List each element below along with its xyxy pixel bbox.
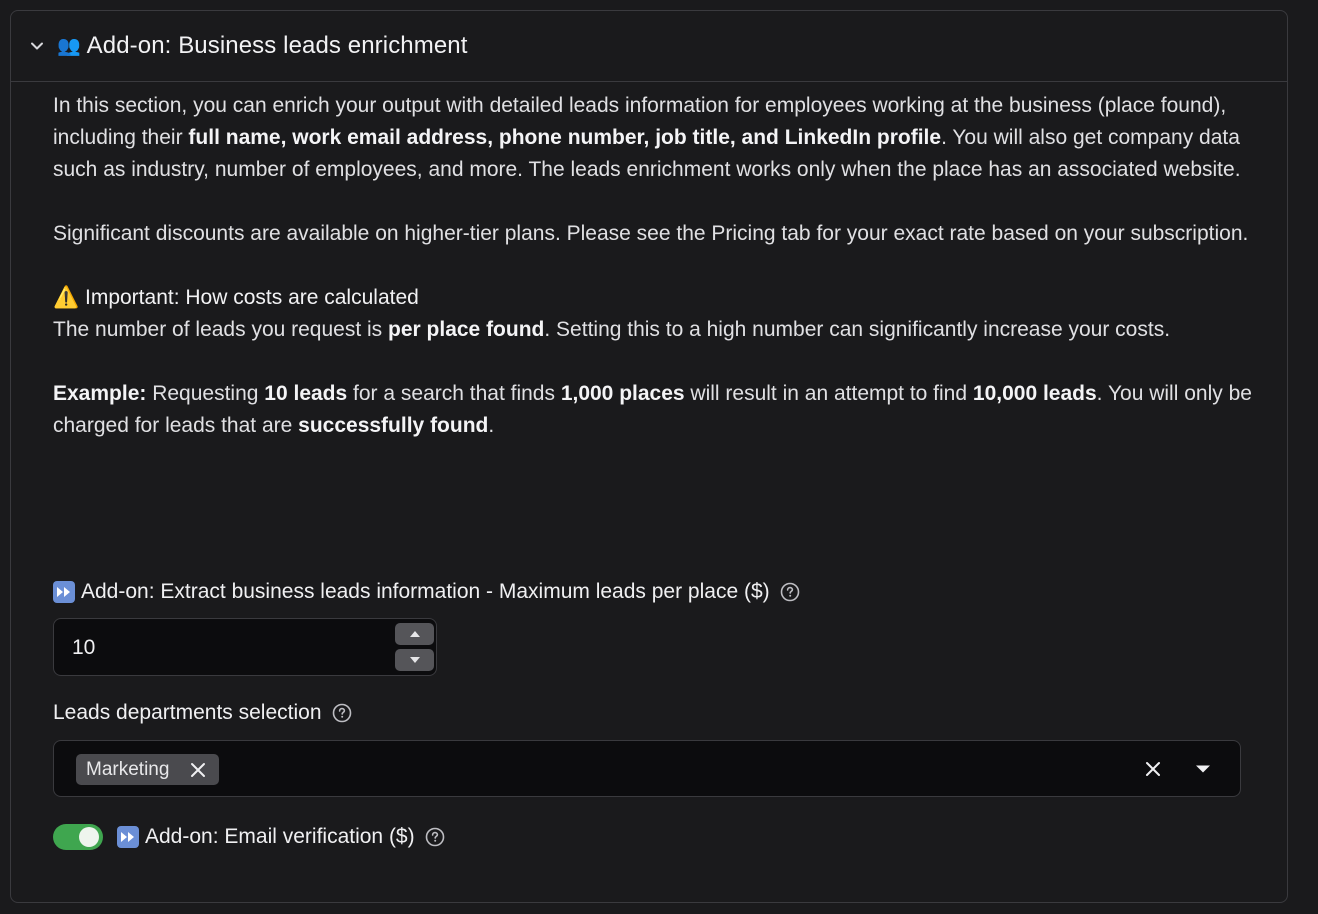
warning-icon: ⚠️ [53, 286, 80, 309]
description: In this section, you can enrich your out… [53, 90, 1253, 442]
help-icon[interactable] [332, 703, 352, 723]
section-header[interactable]: 👥 Add-on: Business leads enrichment [11, 11, 1287, 82]
help-icon[interactable] [780, 582, 800, 602]
fast-forward-icon [117, 826, 139, 848]
toggle-knob [79, 827, 99, 847]
chevron-down-icon[interactable] [27, 36, 47, 56]
decrement-button[interactable] [395, 649, 434, 671]
max-leads-label: Add-on: Extract business leads informati… [53, 580, 800, 604]
help-icon[interactable] [425, 827, 445, 847]
example-paragraph: Example: Requesting 10 leads for a searc… [53, 382, 1252, 437]
fast-forward-icon [53, 581, 75, 603]
intro-paragraph: In this section, you can enrich your out… [53, 94, 1241, 181]
departments-label: Leads departments selection [53, 701, 352, 725]
section-title: Add-on: Business leads enrichment [86, 32, 468, 59]
max-leads-input[interactable] [54, 619, 394, 677]
departments-select[interactable]: Marketing [53, 740, 1241, 797]
max-leads-input-wrapper [53, 618, 437, 677]
email-verification-row: Add-on: Email verification ($) [53, 824, 445, 850]
caret-down-icon[interactable] [1192, 758, 1214, 780]
increment-button[interactable] [395, 623, 434, 645]
clear-selection-icon[interactable] [1142, 758, 1164, 780]
cost-paragraph: The number of leads you request is per p… [53, 318, 1171, 341]
warning-heading: ⚠️ Important: How costs are calculated [53, 286, 419, 309]
email-verification-toggle[interactable] [53, 824, 103, 850]
selected-chip-marketing: Marketing [76, 754, 220, 785]
close-icon[interactable] [187, 759, 209, 781]
people-icon: 👥 [57, 36, 81, 57]
discount-paragraph: Significant discounts are available on h… [53, 222, 1249, 245]
